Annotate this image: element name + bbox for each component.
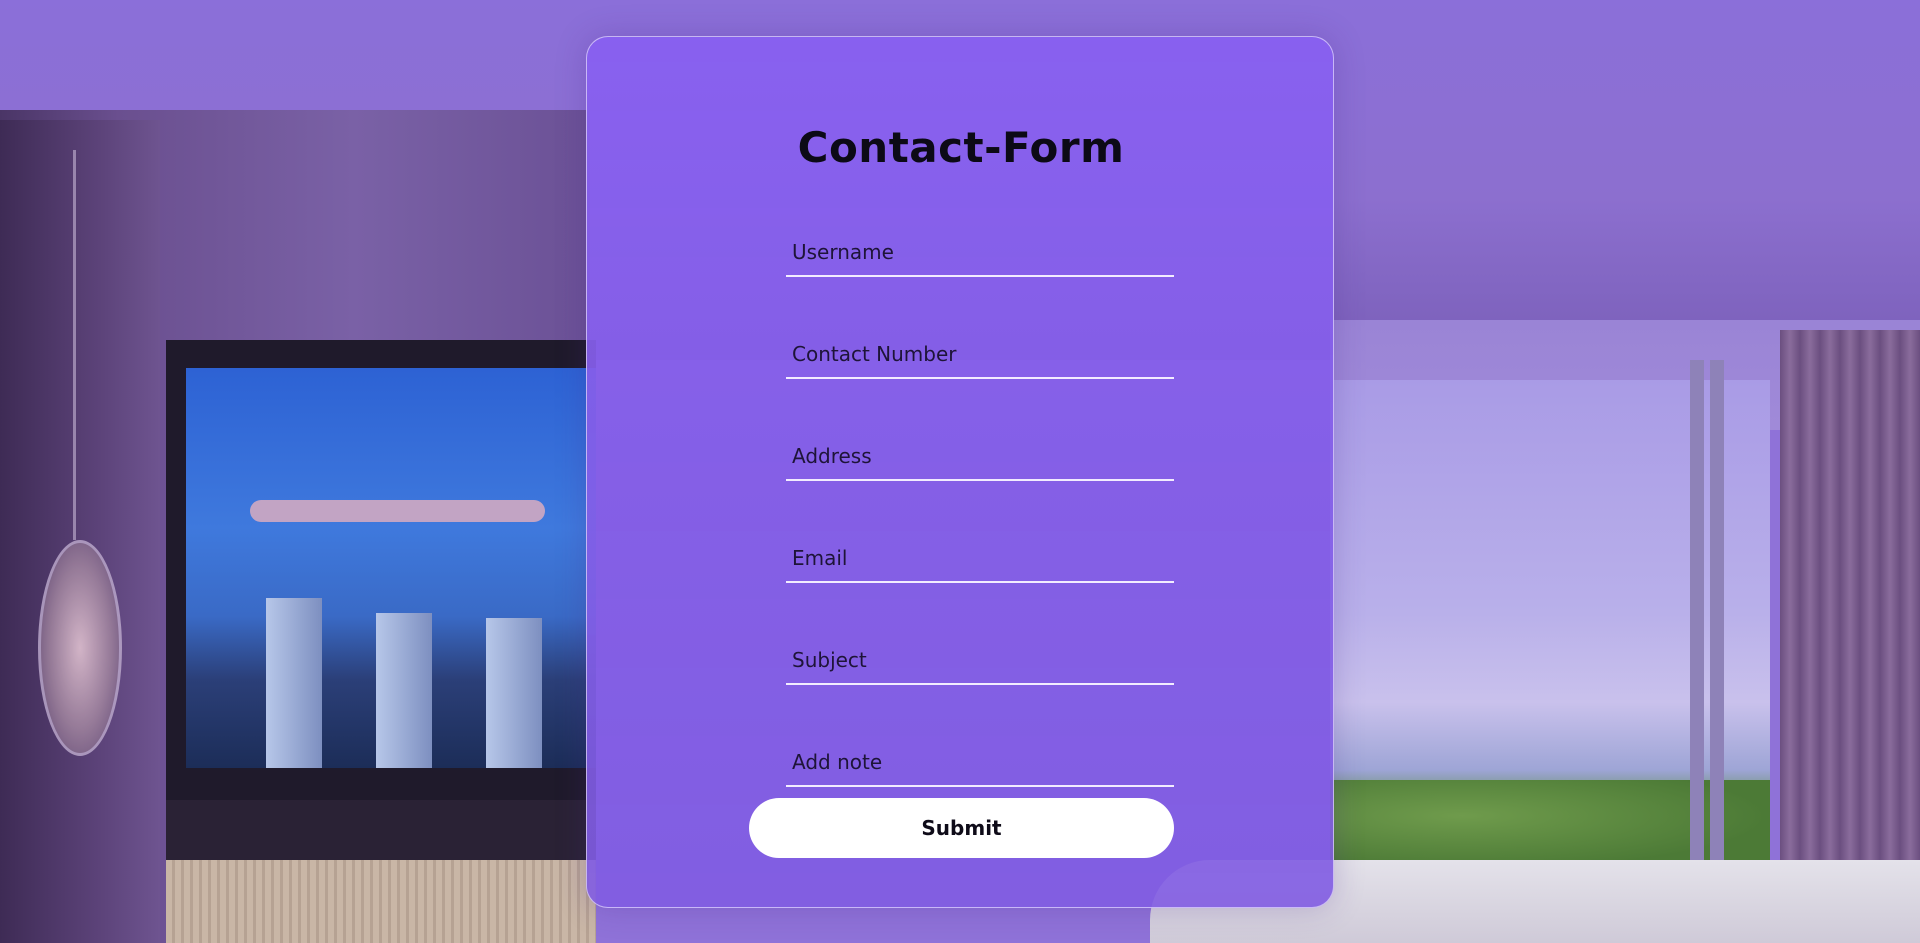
background-tv-base [166,800,596,860]
background-tower [486,618,542,768]
background-curtain [1780,330,1920,943]
background-lamp-wire [73,150,76,540]
subject-input[interactable] [786,637,1174,685]
subject-field-wrapper [786,637,1174,685]
address-input[interactable] [786,433,1174,481]
address-field-wrapper [786,433,1174,481]
background-tower [266,598,322,768]
background-wood-panel [0,120,160,943]
page-background: Contact-Form Submit [0,0,1920,943]
contact-form-card: Contact-Form Submit [586,36,1334,908]
background-trees [1330,780,1770,870]
submit-button[interactable]: Submit [749,798,1174,858]
form-title: Contact-Form [797,123,1125,172]
background-pendant-lamp [38,540,122,756]
background-skypark [250,500,545,522]
email-field-wrapper [786,535,1174,583]
background-window-post [1710,360,1724,900]
background-window-post [1690,360,1704,900]
background-tower [376,613,432,768]
contact-number-field-wrapper [786,331,1174,379]
contact-number-input[interactable] [786,331,1174,379]
background-cabinet [166,860,596,943]
note-field-wrapper [786,739,1174,787]
username-field-wrapper [786,229,1174,277]
background-tv-screen [186,368,596,768]
email-input[interactable] [786,535,1174,583]
username-input[interactable] [786,229,1174,277]
note-input[interactable] [786,739,1174,787]
